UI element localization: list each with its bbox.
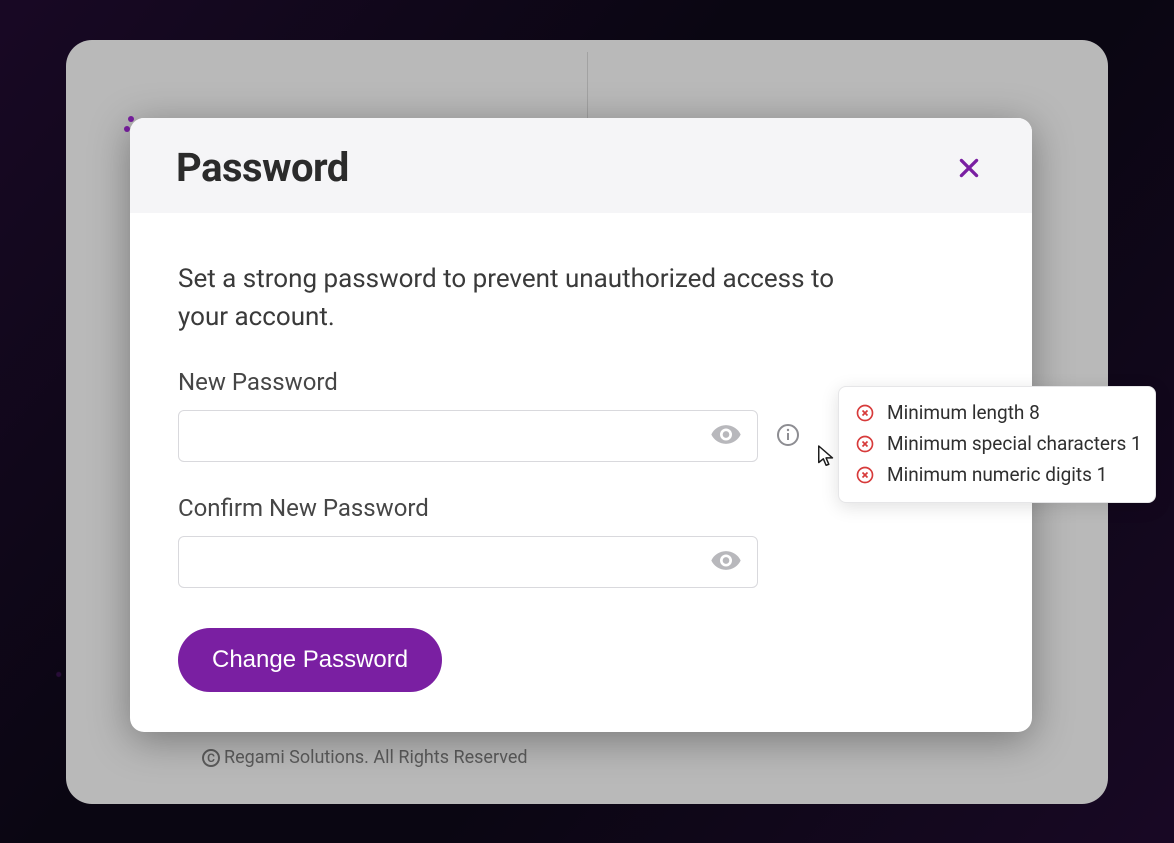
new-password-input[interactable] (178, 410, 758, 462)
toggle-confirm-password-visibility[interactable] (706, 541, 746, 584)
toggle-new-password-visibility[interactable] (706, 415, 746, 458)
modal-title: Password (176, 144, 349, 191)
modal-header: Password (130, 118, 1032, 213)
change-password-button[interactable]: Change Password (178, 628, 442, 692)
close-button[interactable] (952, 151, 986, 185)
requirement-text: Minimum numeric digits 1 (887, 463, 1107, 486)
copyright-icon: C (202, 749, 220, 767)
password-requirements-tooltip: Minimum length 8 Minimum special charact… (838, 386, 1156, 503)
requirement-item: Minimum numeric digits 1 (855, 459, 1139, 490)
modal-description: Set a strong password to prevent unautho… (178, 261, 878, 336)
eye-icon (710, 419, 742, 451)
requirement-item: Minimum special characters 1 (855, 428, 1139, 459)
requirement-text: Minimum special characters 1 (887, 432, 1142, 455)
confirm-password-row (178, 536, 984, 588)
requirement-text: Minimum length 8 (887, 401, 1040, 424)
password-info-button[interactable] (774, 421, 802, 452)
footer-text: Regami Solutions. All Rights Reserved (224, 747, 528, 768)
confirm-password-input[interactable] (178, 536, 758, 588)
footer: C Regami Solutions. All Rights Reserved (202, 747, 528, 768)
x-circle-icon (855, 465, 875, 485)
close-icon (956, 155, 982, 181)
x-circle-icon (855, 403, 875, 423)
info-icon (776, 423, 800, 447)
requirement-item: Minimum length 8 (855, 397, 1139, 428)
x-circle-icon (855, 434, 875, 454)
eye-icon (710, 545, 742, 577)
